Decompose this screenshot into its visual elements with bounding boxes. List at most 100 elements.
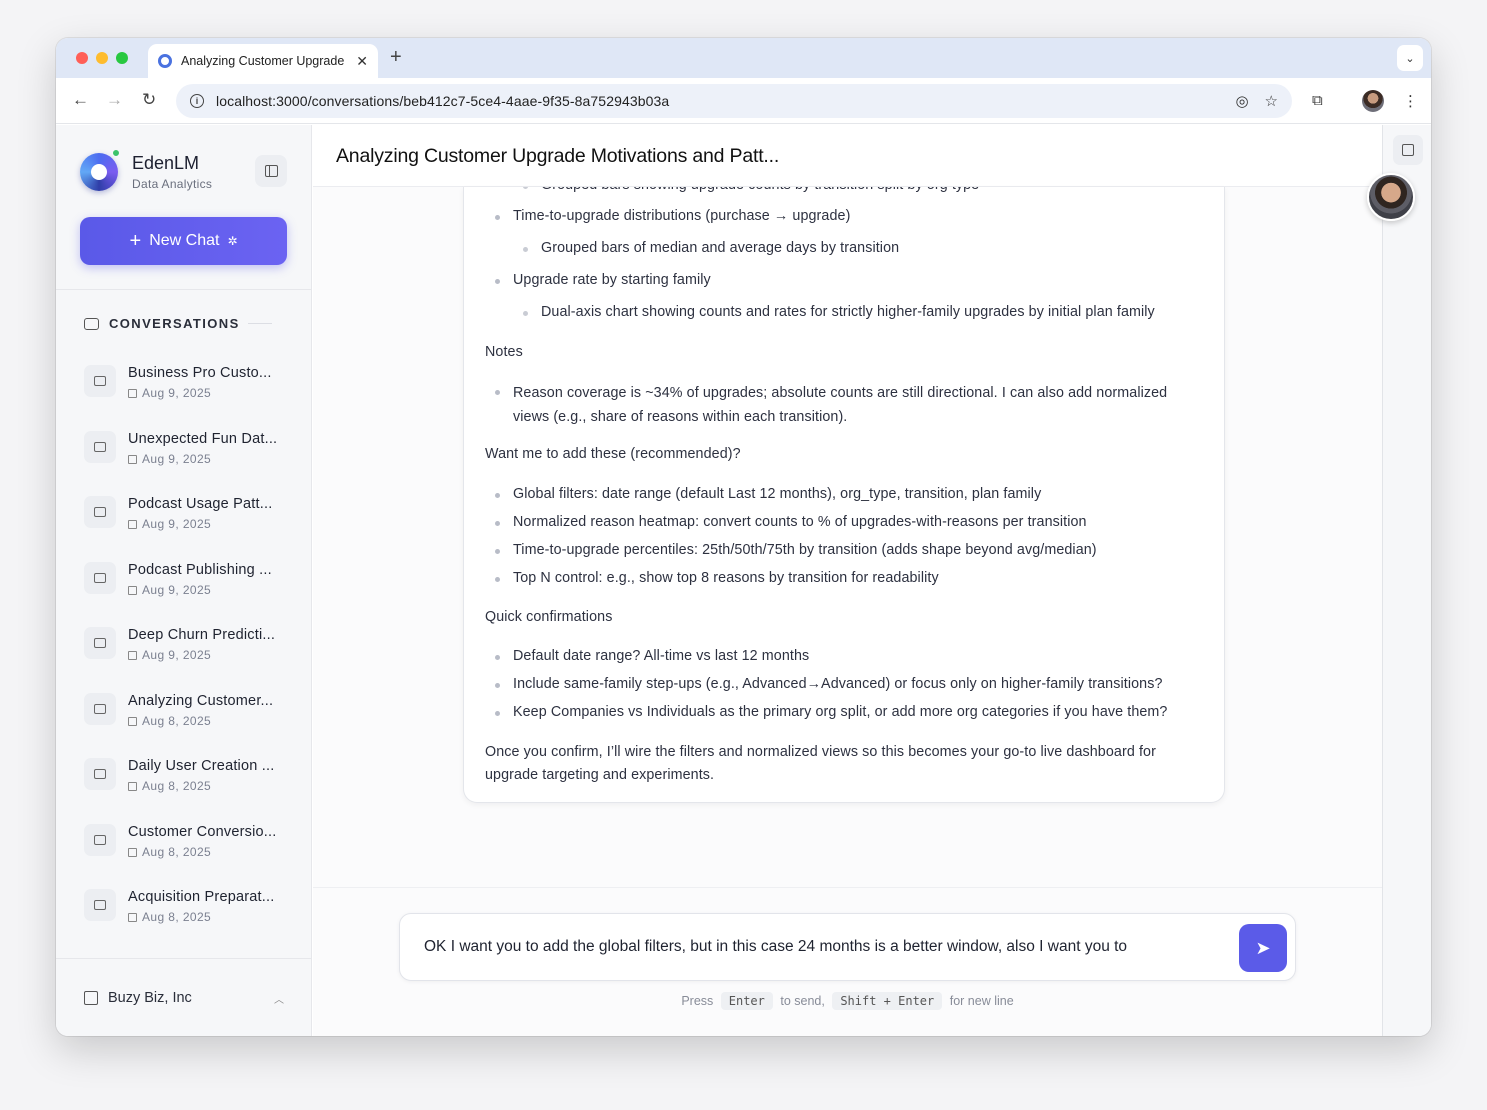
list-item: Dual-axis chart showing counts and rates… xyxy=(485,302,1185,322)
tab-search-chevron-icon[interactable]: ⌄ xyxy=(1397,45,1423,71)
enter-key: Enter xyxy=(720,992,773,1010)
menu-dots-icon[interactable]: ⋮ xyxy=(1403,92,1418,110)
conversation-title: Analyzing Customer... xyxy=(128,692,274,709)
conversation-list: Business Pro Custo... Aug 9, 2025 Unexpect… xyxy=(84,365,294,955)
chat-bubble-icon xyxy=(84,627,116,659)
brand-subtitle: Data Analytics xyxy=(132,177,213,191)
send-icon: ➤ xyxy=(1255,937,1271,958)
brand-name: EdenLM xyxy=(132,153,200,173)
site-info-icon[interactable]: i xyxy=(190,94,204,108)
conversation-date-text: Aug 8, 2025 xyxy=(142,713,212,728)
url-text[interactable]: localhost:3000/conversations/beb412c7-5c… xyxy=(216,93,669,109)
calendar-icon xyxy=(128,651,137,660)
calendar-icon xyxy=(128,716,137,726)
list-item: Grouped bars showing upgrade counts by t… xyxy=(485,187,1185,195)
right-panel-toggle-button[interactable] xyxy=(1393,135,1423,165)
reload-icon[interactable]: ↻ xyxy=(142,90,156,110)
chat-bubble-icon xyxy=(84,496,116,528)
conversation-item[interactable]: Customer Conversio... Aug 8, 2025 xyxy=(84,823,294,890)
conversation-date: Aug 9, 2025 xyxy=(128,452,277,466)
chat-bubble-icon xyxy=(84,823,116,856)
new-chat-label: New Chat xyxy=(149,232,220,249)
list-item: Normalized reason heatmap: convert count… xyxy=(485,512,1185,532)
conversation-date-text: Aug 8, 2025 xyxy=(142,779,212,793)
conversation-item[interactable]: Podcast Usage Patt... Aug 9, 2025 xyxy=(84,496,294,562)
list-item: Top N control: e.g., show top 8 reasons … xyxy=(485,568,1185,588)
conversation-item[interactable]: Podcast Publishing ... Aug 9, 2025 xyxy=(84,561,294,628)
quick-heading: Quick confirmations xyxy=(485,609,613,625)
conversation-date: Aug 8, 2025 xyxy=(128,910,274,924)
conversation-item[interactable]: Deep Churn Predicti... Aug 9, 2025 xyxy=(84,627,294,693)
chat-header: Analyzing Customer Upgrade Motivations a… xyxy=(313,125,1382,187)
back-arrow-icon[interactable]: ← xyxy=(72,90,89,110)
panel-left-icon xyxy=(264,165,278,177)
calendar-icon xyxy=(128,913,137,922)
notes-heading: Notes xyxy=(485,344,523,360)
conversation-date: Aug 9, 2025 xyxy=(128,583,272,597)
minimize-window-button[interactable] xyxy=(96,52,108,64)
list-item: Default date range? All-time vs last 12 … xyxy=(485,646,1185,666)
zoom-window-button[interactable] xyxy=(116,52,128,64)
close-window-button[interactable] xyxy=(76,52,88,64)
shift-enter-key: Shift + Enter xyxy=(832,992,943,1010)
calendar-icon xyxy=(128,782,137,791)
address-bar[interactable]: i localhost:3000/conversations/beb412c7-… xyxy=(176,84,1292,118)
calendar-icon xyxy=(128,847,137,857)
message-composer[interactable]: OK I want you to add the global filters,… xyxy=(399,913,1296,981)
eye-off-icon[interactable]: ◎ xyxy=(1235,92,1248,110)
page-title: Analyzing Customer Upgrade Motivations a… xyxy=(336,145,780,167)
chat-bubble-icon xyxy=(84,889,116,921)
close-tab-icon[interactable]: ✕ xyxy=(356,53,368,70)
chat-bubble-icon xyxy=(84,365,116,397)
conversation-item[interactable]: Analyzing Customer... Aug 8, 2025 xyxy=(84,692,294,759)
tab-title: Analyzing Customer Upgrade xyxy=(181,54,345,68)
user-avatar[interactable] xyxy=(1367,173,1415,221)
conversation-date-text: Aug 9, 2025 xyxy=(142,386,212,400)
org-name: Buzy Biz, Inc xyxy=(108,990,192,1006)
chat-bubble-icon xyxy=(84,561,116,594)
browser-tab[interactable]: Analyzing Customer Upgrade ✕ xyxy=(148,44,378,78)
conversation-item[interactable]: Acquisition Preparat... Aug 8, 2025 xyxy=(84,889,294,955)
browser-toolbar: ← → ↻ i localhost:3000/conversations/beb… xyxy=(56,78,1431,124)
org-switcher[interactable]: Buzy Biz, Inc ︿ xyxy=(84,990,284,1006)
sidebar: EdenLM Data Analytics + New Chat ✲ CONVE… xyxy=(56,125,312,1036)
conversation-date: Aug 9, 2025 xyxy=(128,648,275,662)
conversation-date: Aug 8, 2025 xyxy=(128,845,276,859)
chat-bubble-icon xyxy=(84,430,116,463)
conversation-title: Daily User Creation ... xyxy=(128,758,275,774)
hint-text: for new line xyxy=(949,994,1014,1008)
conversation-item[interactable]: Unexpected Fun Dat... Aug 9, 2025 xyxy=(84,430,294,497)
conversation-date-text: Aug 8, 2025 xyxy=(142,844,212,859)
new-tab-button[interactable]: + xyxy=(390,46,402,69)
list-item: Include same-family step-ups (e.g., Adva… xyxy=(485,674,1185,694)
conversation-date: Aug 9, 2025 xyxy=(128,517,272,531)
list-item: Keep Companies vs Individuals as the pri… xyxy=(485,702,1185,722)
conversations-header: CONVERSATIONS xyxy=(84,316,272,331)
want-heading: Want me to add these (recommended)? xyxy=(485,446,741,462)
calendar-icon xyxy=(128,454,137,464)
profile-avatar-icon[interactable] xyxy=(1362,90,1384,112)
list-item: Upgrade rate by starting family xyxy=(485,270,1185,290)
conversation-title: Deep Churn Predicti... xyxy=(128,627,276,643)
new-chat-button[interactable]: + New Chat ✲ xyxy=(80,217,287,265)
bookmark-star-icon[interactable]: ☆ xyxy=(1265,92,1278,110)
plus-icon: + xyxy=(129,229,142,252)
sparkle-icon: ✲ xyxy=(227,234,238,248)
conversations-header-label: CONVERSATIONS xyxy=(109,316,240,331)
conversation-title: Podcast Usage Patt... xyxy=(128,496,273,512)
sidebar-toggle-button[interactable] xyxy=(255,155,287,187)
message-input[interactable]: OK I want you to add the global filters,… xyxy=(424,938,1224,956)
composer-area: OK I want you to add the global filters,… xyxy=(313,887,1382,1036)
conversation-title: Customer Conversio... xyxy=(128,823,277,840)
conversation-item[interactable]: Business Pro Custo... Aug 9, 2025 xyxy=(84,365,294,431)
extensions-icon[interactable]: ⧉ xyxy=(1312,92,1323,109)
conversation-item[interactable]: Daily User Creation ... Aug 8, 2025 xyxy=(84,758,294,824)
list-item: Time-to-upgrade distributions (purchase … xyxy=(485,206,1185,226)
send-button[interactable]: ➤ xyxy=(1239,924,1287,972)
keyboard-hint: Press Enter to send, Shift + Enter for n… xyxy=(313,992,1382,1010)
calendar-icon xyxy=(128,585,137,595)
closing-paragraph: Once you confirm, I’ll wire the filters … xyxy=(485,744,1156,783)
forward-arrow-icon[interactable]: → xyxy=(106,90,123,110)
list-item: Reason coverage is ~34% of upgrades; abs… xyxy=(485,381,1185,429)
header-rule xyxy=(247,323,272,324)
